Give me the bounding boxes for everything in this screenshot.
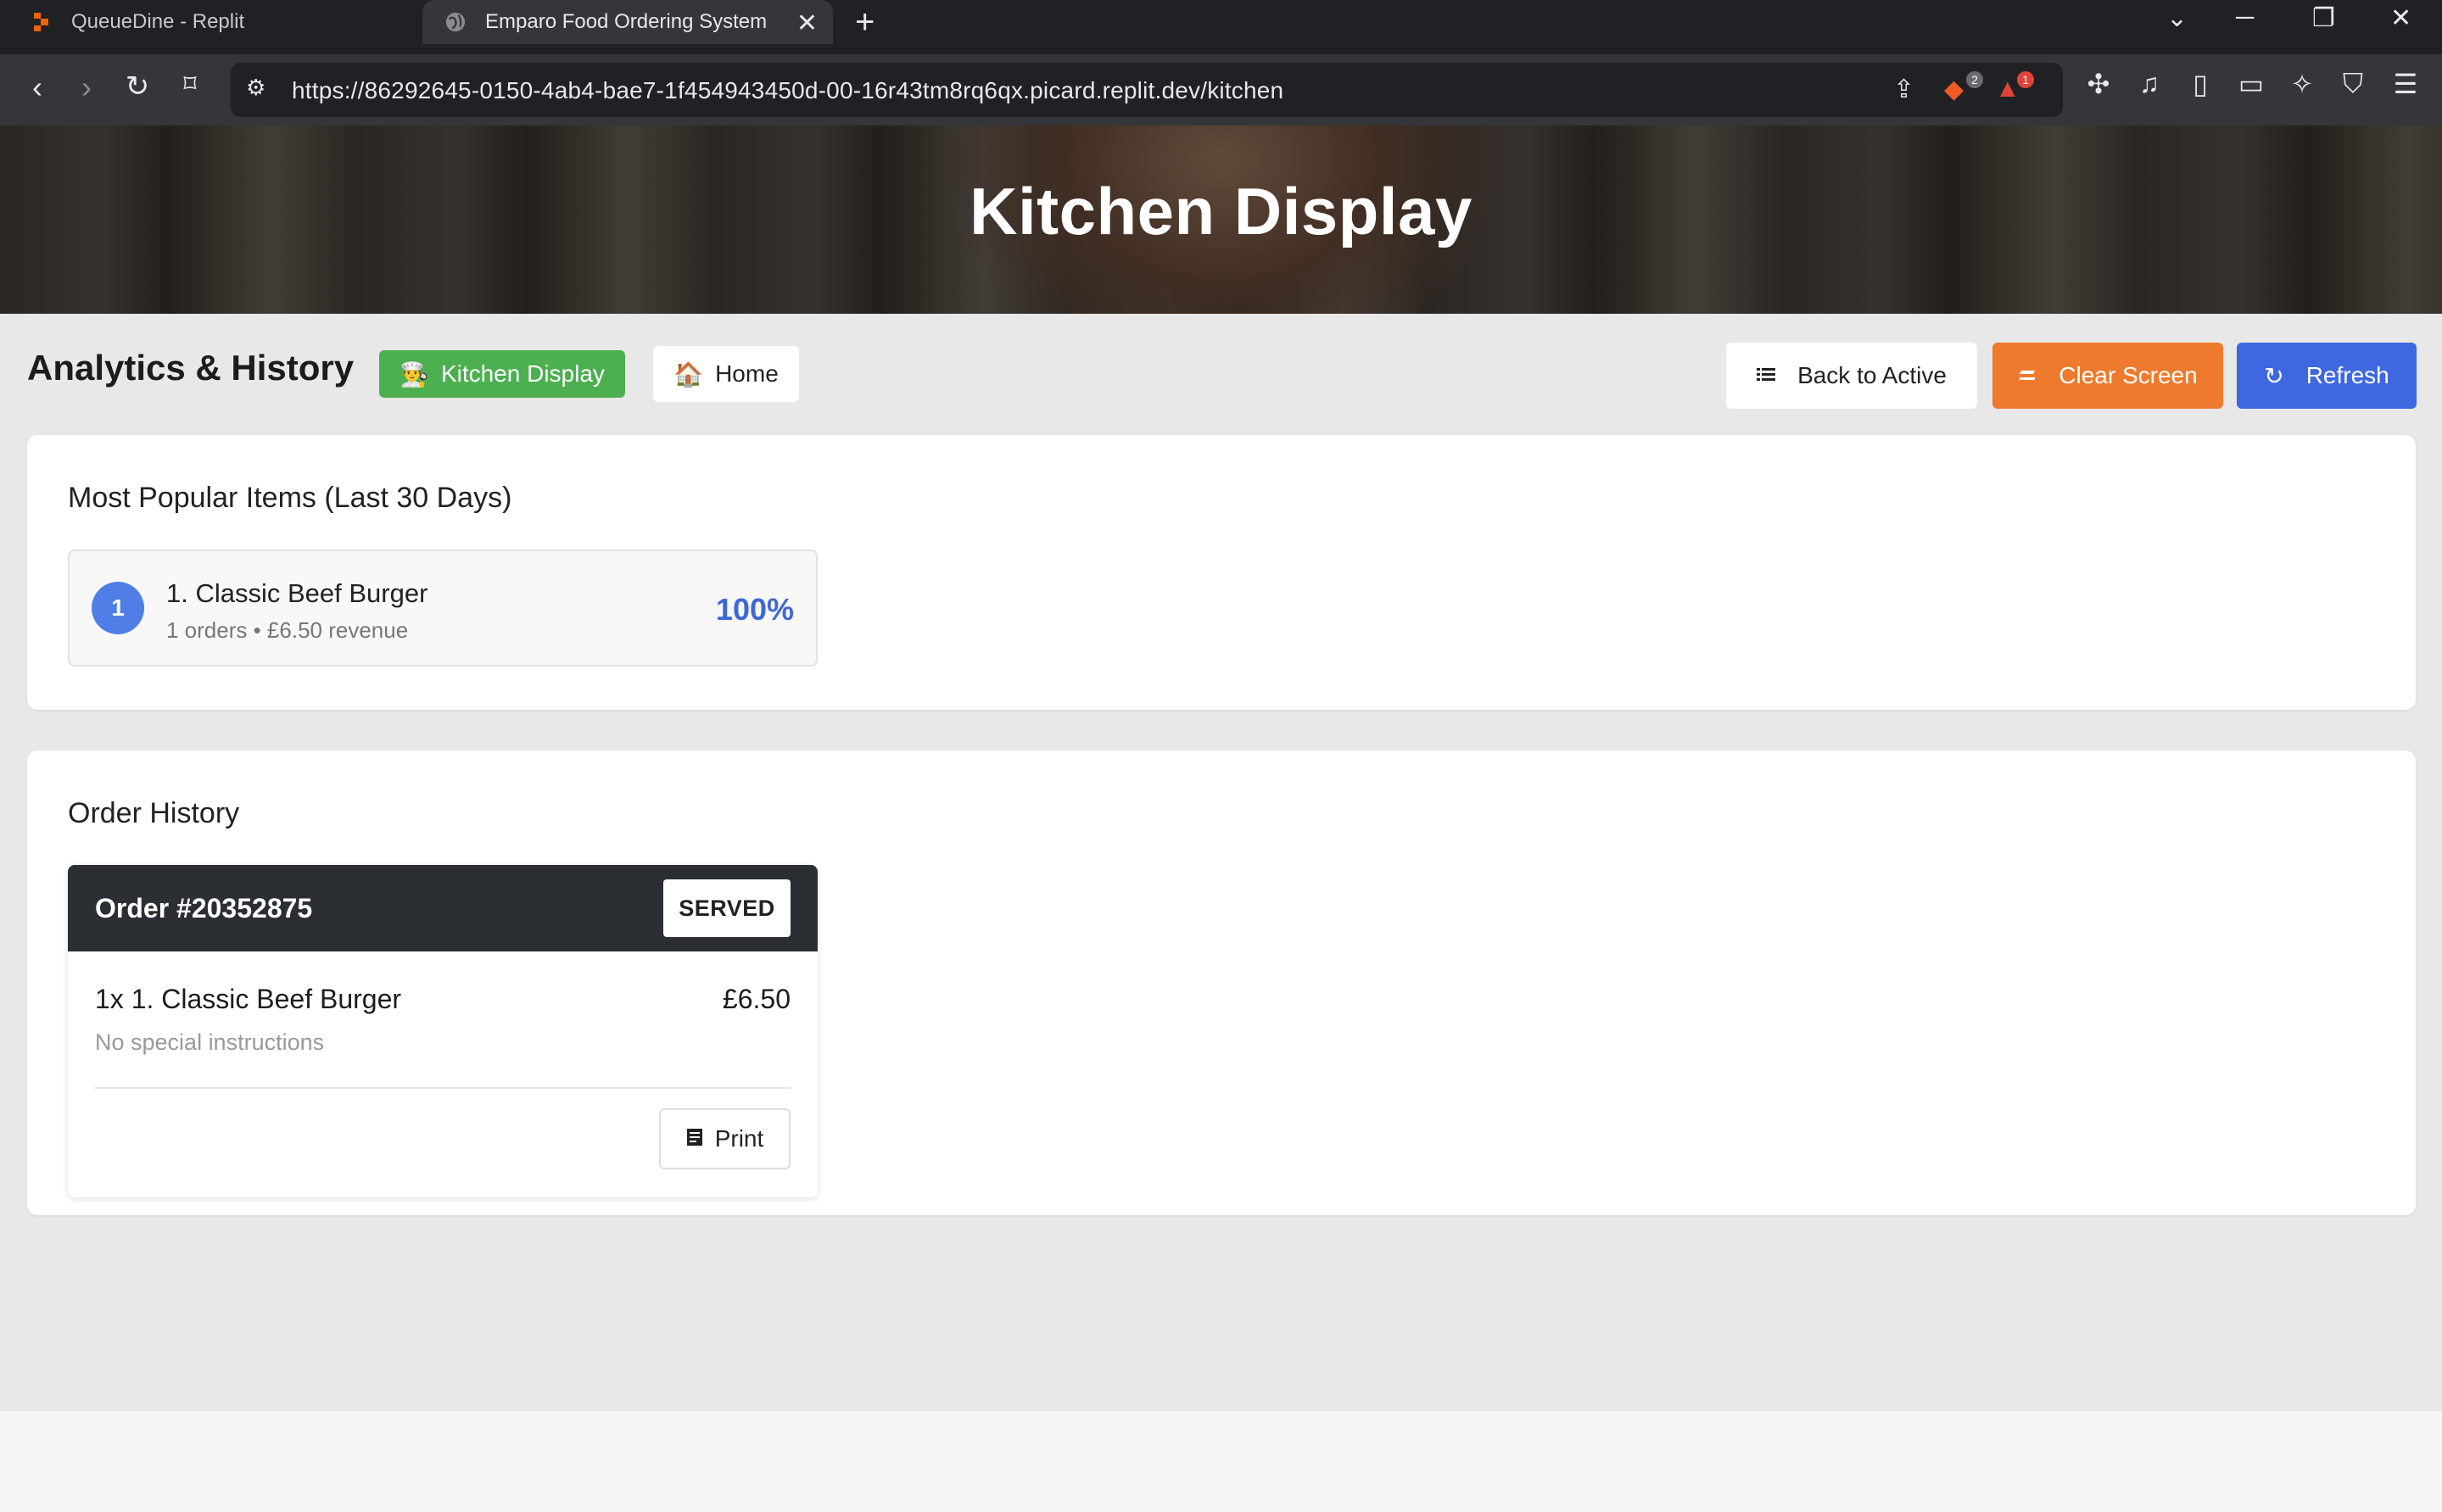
leo-ai-icon[interactable]: ✧	[2285, 68, 2319, 100]
vpn-icon[interactable]: ⛉	[2336, 68, 2370, 100]
url-text[interactable]: https://86292645-0150-4ab4-bae7-1f454943…	[292, 77, 1283, 104]
kitchen-display-label: Kitchen Display	[440, 360, 605, 387]
popular-item-stats: 1 orders • £6.50 revenue	[166, 617, 409, 643]
order-line-note: No special instructions	[95, 1029, 325, 1055]
tab-title: Emparo Food Ordering System	[485, 10, 768, 33]
share-icon[interactable]: ⇪	[1893, 75, 1914, 104]
clear-screen-button[interactable]: Clear Screen	[1992, 343, 2223, 409]
refresh-label: Refresh	[2305, 362, 2389, 388]
house-icon: 🏠	[673, 360, 704, 388]
popular-item-name: 1. Classic Beef Burger	[166, 578, 428, 608]
rank-badge: 1	[92, 582, 144, 634]
print-label: Print	[714, 1125, 764, 1152]
divider	[95, 1087, 791, 1089]
page-title: Kitchen Display	[970, 174, 1472, 248]
globe-icon	[444, 11, 467, 33]
new-tab-icon[interactable]: +	[855, 3, 875, 42]
menu-icon[interactable]: ☰	[2389, 68, 2422, 100]
order-header: Order #20352875 SERVED	[68, 865, 818, 951]
popular-items-card: Most Popular Items (Last 30 Days) 1 1. C…	[27, 435, 2416, 710]
extensions-icon[interactable]: ✣	[2082, 68, 2115, 100]
back-to-active-label: Back to Active	[1797, 362, 1947, 388]
restore-icon[interactable]: ❐	[2312, 3, 2335, 33]
kitchen-display-button[interactable]: 👨‍🍳 Kitchen Display	[379, 350, 625, 398]
popular-item: 1 1. Classic Beef Burger 1 orders • £6.5…	[68, 550, 818, 667]
hero-banner: Kitchen Display	[0, 126, 2442, 314]
home-button[interactable]: 🏠 Home	[653, 346, 799, 402]
tab-emparo[interactable]: Emparo Food Ordering System ✕	[422, 0, 833, 44]
order-card: Order #20352875 SERVED 1x 1. Classic Bee…	[68, 865, 818, 1197]
minimize-icon[interactable]: ─	[2236, 3, 2254, 32]
order-history-card: Order History Order #20352875 SERVED 1x …	[27, 750, 2416, 1215]
browser-toolbar: ‹ › ↻ ⌑ ⚙ https://86292645-0150-4ab4-bae…	[0, 54, 2442, 126]
site-settings-icon[interactable]: ⚙	[246, 75, 265, 101]
sidebar-icon[interactable]: ▯	[2183, 68, 2217, 100]
media-icon[interactable]: ♫	[2132, 68, 2166, 99]
wallet-icon[interactable]: ▭	[2234, 68, 2268, 100]
refresh-button[interactable]: ↻ Refresh	[2237, 343, 2417, 409]
home-label: Home	[715, 360, 779, 387]
section-heading: Analytics & History	[27, 348, 355, 388]
close-window-icon[interactable]: ✕	[2390, 3, 2411, 33]
rewards-count-badge: 1	[2017, 71, 2034, 88]
back-icon[interactable]: ‹	[19, 70, 56, 105]
shield-count-badge: 2	[1966, 71, 1983, 88]
order-number: Order #20352875	[95, 893, 313, 923]
refresh-icon: ↻	[2264, 362, 2284, 389]
eraser-icon	[2018, 362, 2037, 389]
order-history-title: Order History	[68, 797, 240, 829]
address-bar[interactable]: ⚙ https://86292645-0150-4ab4-bae7-1f4549…	[231, 63, 2063, 117]
popular-item-percent: 100%	[715, 592, 794, 627]
brave-shield-icon[interactable]: ◆	[1944, 75, 1964, 104]
page-footer	[0, 1411, 2442, 1512]
list-icon	[1757, 362, 1776, 389]
tab-queuedine[interactable]: QueueDine - Replit	[22, 0, 412, 44]
replit-icon	[31, 11, 53, 33]
bookmark-icon[interactable]: ⌑	[171, 70, 209, 99]
status-badge: SERVED	[663, 879, 791, 937]
reload-icon[interactable]: ↻	[119, 70, 156, 103]
receipt-icon	[686, 1125, 703, 1152]
order-line-price: £6.50	[722, 984, 791, 1014]
chef-icon: 👨‍🍳	[400, 360, 429, 388]
print-button[interactable]: Print	[659, 1108, 791, 1169]
clear-screen-label: Clear Screen	[2059, 362, 2198, 388]
tab-title: QueueDine - Replit	[71, 10, 245, 33]
tab-search-icon[interactable]: ⌄	[2166, 3, 2188, 33]
close-tab-icon[interactable]: ✕	[796, 8, 818, 38]
popular-items-title: Most Popular Items (Last 30 Days)	[68, 482, 512, 514]
back-to-active-button[interactable]: Back to Active	[1726, 343, 1977, 409]
main-content: Analytics & History 👨‍🍳 Kitchen Display …	[0, 314, 2442, 1411]
forward-icon[interactable]: ›	[68, 70, 105, 105]
browser-tabbar: QueueDine - Replit Emparo Food Ordering …	[0, 0, 2442, 54]
order-line-item: 1x 1. Classic Beef Burger	[95, 984, 402, 1014]
